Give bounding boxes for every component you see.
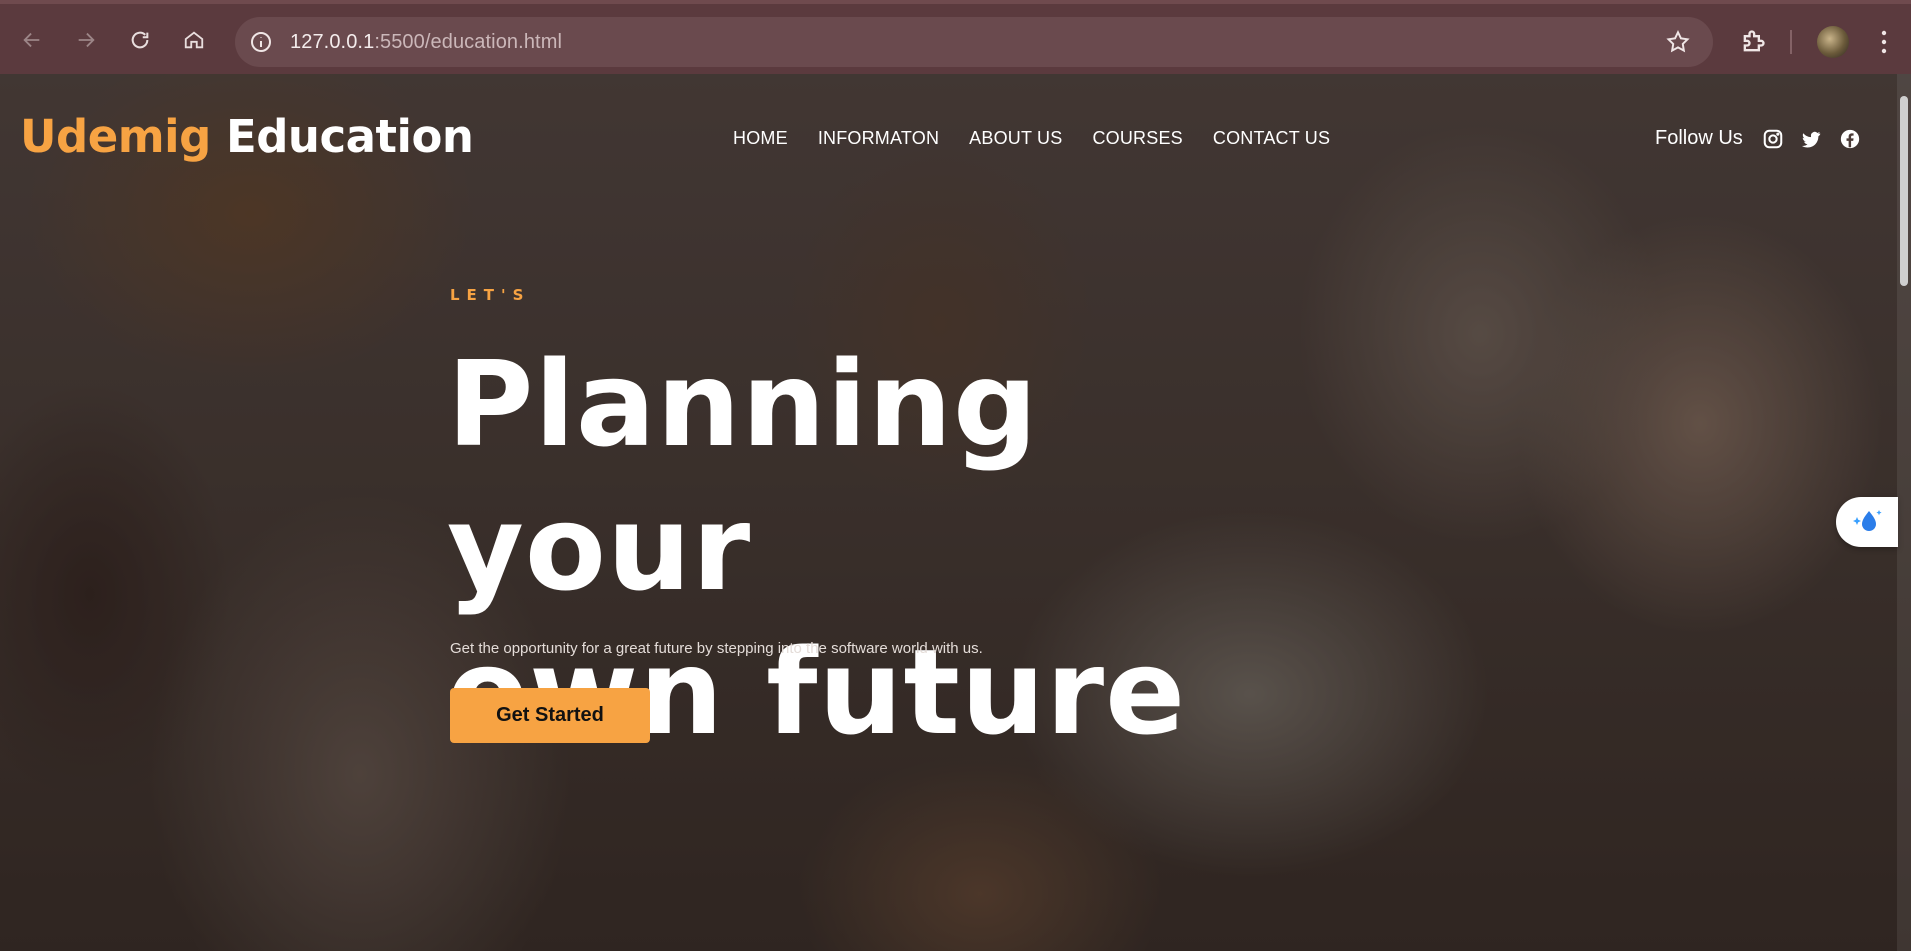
main-nav: HOME INFORMATON ABOUT US COURSES CONTACT…	[733, 128, 1330, 149]
facebook-icon[interactable]	[1839, 128, 1861, 150]
home-button[interactable]	[176, 22, 212, 58]
profile-avatar[interactable]	[1817, 26, 1849, 58]
logo-text: Education	[225, 110, 474, 163]
hero-headline-line1: Planning your	[447, 335, 1039, 617]
site-logo[interactable]: Udemig Education	[20, 110, 474, 163]
logo-brand: Udemig	[20, 110, 211, 163]
address-bar[interactable]: 127.0.0.1:5500/education.html	[235, 17, 1713, 67]
hero-eyebrow: LET'S	[450, 286, 531, 304]
url-path: :5500/education.html	[374, 31, 562, 53]
star-icon[interactable]	[1665, 29, 1691, 55]
nav-information[interactable]: INFORMATON	[818, 128, 939, 149]
forward-button[interactable]	[68, 22, 104, 58]
puzzle-icon[interactable]	[1739, 28, 1767, 56]
kebab-menu-icon[interactable]	[1874, 28, 1894, 56]
scrollbar-thumb[interactable]	[1900, 96, 1908, 286]
nav-home[interactable]: HOME	[733, 128, 788, 149]
home-icon	[184, 31, 204, 49]
arrow-left-icon	[23, 32, 40, 48]
sparkle-droplet-icon	[1853, 510, 1882, 531]
page-scrollbar[interactable]	[1897, 74, 1911, 951]
arrow-right-icon	[78, 32, 95, 48]
follow-us-label: Follow Us	[1655, 127, 1743, 149]
nav-courses[interactable]: COURSES	[1092, 128, 1182, 149]
nav-about-us[interactable]: ABOUT US	[969, 128, 1062, 149]
reload-icon	[131, 31, 149, 49]
floating-assistant-button[interactable]	[1836, 497, 1898, 547]
page-viewport: Udemig Education HOME INFORMATON ABOUT U…	[0, 74, 1911, 951]
get-started-button[interactable]: Get Started	[450, 688, 650, 743]
url-text: 127.0.0.1:5500/education.html	[290, 31, 562, 54]
instagram-icon[interactable]	[1762, 128, 1784, 150]
toolbar-divider	[1790, 30, 1792, 54]
nav-contact-us[interactable]: CONTACT US	[1213, 128, 1330, 149]
hero-subtitle: Get the opportunity for a great future b…	[450, 640, 983, 657]
browser-toolbar: 127.0.0.1:5500/education.html	[0, 0, 1911, 74]
twitter-icon[interactable]	[1800, 128, 1822, 150]
url-host: 127.0.0.1	[290, 31, 375, 53]
info-icon[interactable]	[249, 30, 273, 54]
reload-button[interactable]	[122, 22, 158, 58]
back-button[interactable]	[14, 22, 50, 58]
